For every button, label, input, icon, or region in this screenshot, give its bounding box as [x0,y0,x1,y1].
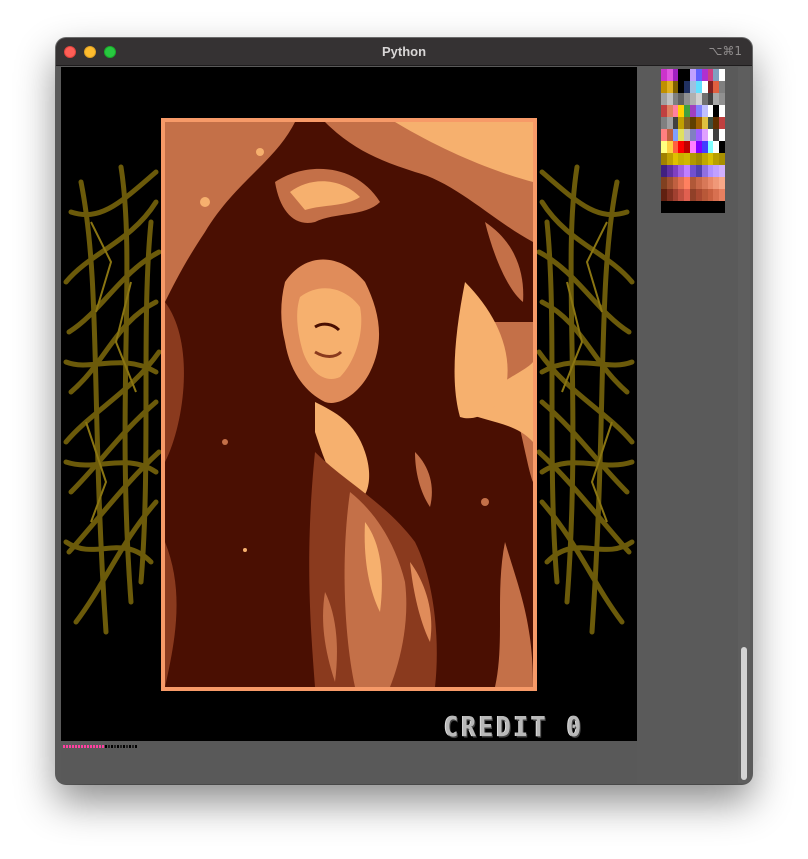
debug-strip-cell [93,745,95,748]
palette-row [661,141,725,153]
debug-strip-cell [81,745,83,748]
palette-swatch [719,81,725,93]
vine-decoration-right [537,164,635,635]
debug-strip-cell [117,745,119,748]
credit-counter: CREDIT 0 [444,711,584,741]
window-shortcut: ⌥⌘1 [708,44,742,58]
palette-row [661,201,725,213]
debug-strip-cell [99,745,101,748]
palette-swatch [719,153,725,165]
debug-color-strip [63,745,138,748]
title-bar[interactable]: Python ⌥⌘1 [56,38,752,66]
palette-swatch [719,165,725,177]
credit-value: 0 [566,710,585,741]
palette-viewer [661,69,725,213]
palette-row [661,93,725,105]
python-window: Python ⌥⌘1 CREDIT 0 [56,38,752,784]
debug-strip-cell [87,745,89,748]
game-screen[interactable]: CREDIT 0 [61,67,637,741]
palette-swatch [719,189,725,201]
debug-strip-cell [111,745,113,748]
palette-row [661,129,725,141]
debug-strip-cell [72,745,74,748]
debug-strip-cell [96,745,98,748]
debug-strip-cell [120,745,122,748]
debug-strip-cell [63,745,65,748]
palette-swatch [719,129,725,141]
debug-strip-cell [129,745,131,748]
debug-strip-cell [78,745,80,748]
debug-strip-cell [126,745,128,748]
palette-row [661,177,725,189]
portrait-frame [161,118,537,691]
debug-strip-cell [135,745,137,748]
palette-swatch [719,93,725,105]
palette-row [661,117,725,129]
palette-swatch [719,117,725,129]
debug-strip-cell [102,745,104,748]
vine-decoration-left [63,164,161,635]
credit-label: CREDIT [444,710,549,741]
palette-row [661,81,725,93]
palette-row [661,189,725,201]
portrait-image [165,122,533,687]
debug-strip-cell [90,745,92,748]
palette-swatch [719,105,725,117]
palette-row [661,153,725,165]
scrollbar-thumb[interactable] [741,647,747,780]
debug-strip-cell [66,745,68,748]
debug-panel [61,741,637,784]
debug-strip-cell [108,745,110,748]
vertical-scrollbar[interactable] [738,67,750,783]
debug-strip-cell [132,745,134,748]
palette-row [661,105,725,117]
debug-strip-cell [84,745,86,748]
window-title: Python [381,44,427,59]
palette-swatch [719,69,725,81]
debug-strip-cell [123,745,125,748]
palette-swatch [719,201,725,213]
palette-row [661,69,725,81]
debug-strip-cell [114,745,116,748]
palette-row [661,165,725,177]
palette-swatch [719,141,725,153]
debug-strip-cell [75,745,77,748]
debug-strip-cell [69,745,71,748]
palette-swatch [719,177,725,189]
debug-strip-cell [105,745,107,748]
